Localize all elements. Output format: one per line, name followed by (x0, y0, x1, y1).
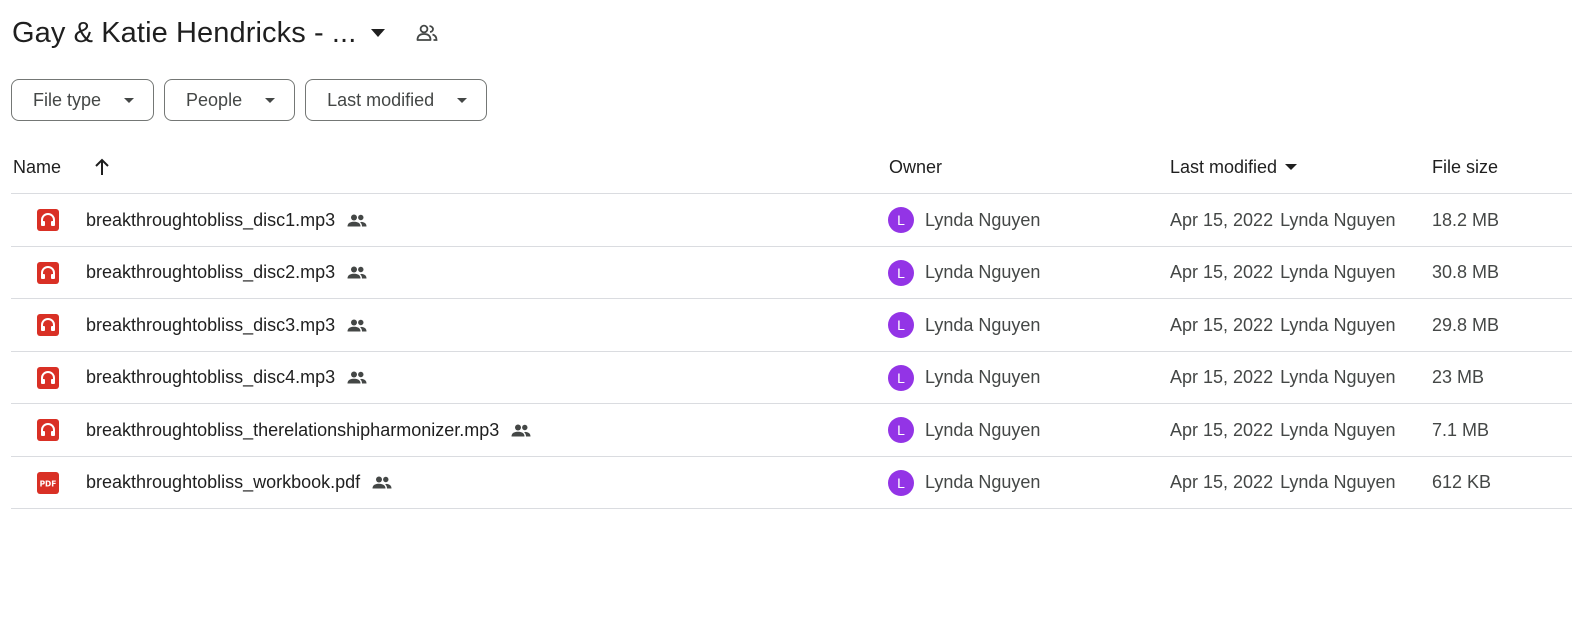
file-type-filter-label: File type (33, 89, 102, 110)
file-name-text: breakthroughtobliss_therelationshipharmo… (86, 419, 500, 440)
owner-column-header[interactable]: Owner (889, 141, 942, 193)
modified-date: Apr 15, 2022 (1170, 314, 1274, 335)
avatar: L (888, 364, 914, 391)
last-modified-column-label: Last modified (1170, 156, 1278, 177)
file-name-text: breakthroughtobliss_workbook.pdf (86, 472, 361, 492)
shared-people-icon (346, 262, 368, 284)
modified-by: Lynda Nguyen (1280, 367, 1396, 387)
arrow-drop-down-icon (456, 94, 468, 106)
file-row[interactable]: breakthroughtobliss_disc4.mp3 L Lynda Ng… (11, 352, 1572, 404)
last-modified-cell: Apr 15, 2022 Lynda Nguyen (1170, 404, 1396, 456)
file-name: breakthroughtobliss_workbook.pdf (86, 457, 393, 509)
file-row[interactable]: breakthroughtobliss_disc2.mp3 L Lynda Ng… (11, 247, 1572, 299)
arrow-drop-down-icon[interactable] (366, 21, 390, 45)
folder-header: Gay & Katie Hendricks - ... (12, 10, 440, 56)
modified-date: Apr 15, 2022 (1170, 472, 1274, 492)
avatar: L (888, 207, 914, 233)
last-modified-cell: Apr 15, 2022 Lynda Nguyen (1170, 194, 1396, 246)
audio-file-icon (37, 299, 59, 351)
audio-file-icon (37, 404, 59, 456)
owner-name: Lynda Nguyen (925, 314, 1041, 335)
avatar: L (888, 417, 914, 443)
arrow-drop-down-icon (1283, 164, 1299, 170)
file-size: 612 KB (1432, 472, 1492, 492)
audio-file-icon (37, 247, 59, 299)
arrow-drop-down-icon (264, 94, 276, 106)
arrow-upward-sort-icon[interactable] (91, 156, 113, 178)
file-size: 7.1 MB (1432, 419, 1490, 440)
owner-cell: L Lynda Nguyen (888, 299, 1040, 351)
modified-date: Apr 15, 2022 (1170, 367, 1274, 387)
file-name: breakthroughtobliss_therelationshipharmo… (86, 404, 532, 456)
audio-file-icon (37, 352, 59, 404)
owner-name: Lynda Nguyen (925, 209, 1041, 230)
owner-name: Lynda Nguyen (925, 472, 1041, 492)
file-size: 18.2 MB (1432, 209, 1500, 230)
owner-cell: L Lynda Nguyen (888, 457, 1040, 509)
name-column-header[interactable]: Name (13, 141, 61, 193)
file-name: breakthroughtobliss_disc3.mp3 (86, 299, 368, 351)
shared-people-icon (371, 472, 393, 494)
last-modified-filter-label: Last modified (327, 89, 435, 110)
shared-people-icon (510, 419, 532, 441)
pdf-file-icon: PDF (37, 457, 59, 509)
file-size: 23 MB (1432, 367, 1485, 387)
people-filter[interactable]: People (164, 79, 296, 121)
owner-name: Lynda Nguyen (925, 262, 1041, 282)
file-name-text: breakthroughtobliss_disc2.mp3 (86, 262, 336, 282)
file-list: Name Owner Last modified File size break… (11, 141, 1572, 509)
last-modified-cell: Apr 15, 2022 Lynda Nguyen (1170, 457, 1396, 509)
file-size: 30.8 MB (1432, 262, 1500, 282)
modified-by: Lynda Nguyen (1280, 262, 1396, 282)
owner-name: Lynda Nguyen (925, 367, 1041, 387)
file-name: breakthroughtobliss_disc4.mp3 (86, 352, 368, 404)
avatar: L (888, 259, 914, 286)
file-size: 29.8 MB (1432, 314, 1500, 335)
audio-file-icon (37, 194, 59, 246)
modified-date: Apr 15, 2022 (1170, 262, 1274, 282)
file-name-text: breakthroughtobliss_disc4.mp3 (86, 367, 336, 387)
file-name: breakthroughtobliss_disc1.mp3 (86, 194, 368, 246)
owner-cell: L Lynda Nguyen (888, 247, 1040, 299)
owner-name: Lynda Nguyen (925, 419, 1041, 440)
folder-title[interactable]: Gay & Katie Hendricks - ... (12, 17, 356, 50)
owner-cell: L Lynda Nguyen (888, 194, 1040, 246)
modified-by: Lynda Nguyen (1280, 472, 1396, 492)
file-list-header: Name Owner Last modified File size (11, 141, 1572, 194)
last-modified-cell: Apr 15, 2022 Lynda Nguyen (1170, 247, 1396, 299)
shared-folder-people-icon[interactable] (414, 20, 440, 46)
pdf-icon-label: PDF (40, 479, 57, 488)
modified-by: Lynda Nguyen (1280, 419, 1396, 440)
avatar: L (888, 469, 914, 496)
arrow-drop-down-icon (123, 94, 135, 106)
shared-people-icon (346, 209, 368, 231)
last-modified-filter[interactable]: Last modified (305, 79, 488, 121)
last-modified-cell: Apr 15, 2022 Lynda Nguyen (1170, 352, 1396, 404)
modified-by: Lynda Nguyen (1280, 209, 1396, 230)
file-row[interactable]: breakthroughtobliss_therelationshipharmo… (11, 404, 1572, 457)
file-row[interactable]: breakthroughtobliss_disc1.mp3 L Lynda Ng… (11, 194, 1572, 247)
file-name: breakthroughtobliss_disc2.mp3 (86, 247, 368, 299)
modified-date: Apr 15, 2022 (1170, 419, 1274, 440)
file-type-filter[interactable]: File type (11, 79, 155, 121)
shared-people-icon (346, 367, 368, 389)
file-name-text: breakthroughtobliss_disc3.mp3 (86, 314, 336, 335)
modified-by: Lynda Nguyen (1280, 314, 1396, 335)
file-name-text: breakthroughtobliss_disc1.mp3 (86, 209, 336, 230)
file-row[interactable]: breakthroughtobliss_disc3.mp3 L Lynda Ng… (11, 299, 1572, 352)
file-size-column-header[interactable]: File size (1432, 141, 1498, 193)
owner-cell: L Lynda Nguyen (888, 404, 1040, 456)
people-filter-label: People (186, 89, 243, 110)
modified-date: Apr 15, 2022 (1170, 209, 1274, 230)
shared-people-icon (346, 314, 368, 336)
filter-chips: File type People Last modified (11, 79, 497, 121)
owner-cell: L Lynda Nguyen (888, 352, 1040, 404)
last-modified-column-header[interactable]: Last modified (1170, 141, 1299, 193)
avatar: L (888, 312, 914, 338)
last-modified-cell: Apr 15, 2022 Lynda Nguyen (1170, 299, 1396, 351)
file-row[interactable]: PDF breakthroughtobliss_workbook.pdf L L… (11, 457, 1572, 509)
